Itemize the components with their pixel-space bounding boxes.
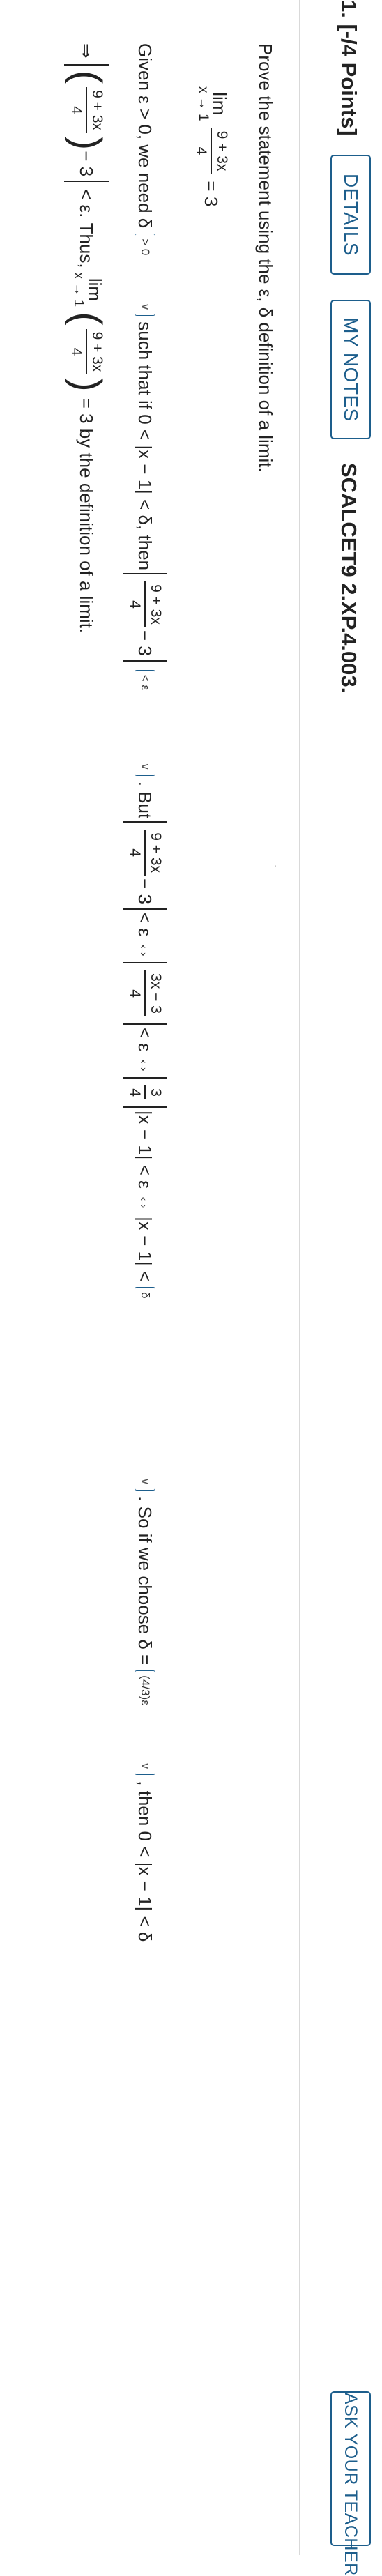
proof-text-choose: . So if we choose δ = [135, 1496, 156, 1666]
question-header: 1. [-/4 Points] DETAILS MY NOTES SCALCET… [299, 0, 382, 2576]
limit-fraction-2: 9 + 3x 4 [68, 328, 105, 375]
proof-text-iff-2: < ε ⇔ [135, 1027, 156, 1075]
proof-line-1: Given ε > 0, we need δ > 0 ∨ such that i… [123, 43, 167, 1942]
question-number: 1. [-/4 Points] [337, 0, 361, 136]
implies-arrow: ⇒ [76, 43, 98, 59]
conclusion-end-text: = 3 by the definition of a limit. [76, 397, 98, 634]
delta-choice-dropdown[interactable]: (4/3)ε ∨ [135, 1670, 155, 1776]
problem-prompt: Prove the statement using the ε, δ defin… [255, 43, 276, 473]
proof-text-but: . But [135, 781, 156, 819]
chevron-down-icon: ∨ [139, 302, 152, 312]
abs-expression-1: 9 + 3x 4 − 3 [123, 573, 167, 662]
limit-statement: lim x → 1 9 + 3x 4 = 3 [192, 82, 230, 206]
proof-text-then: , then 0 < |x − 1| < δ [135, 1781, 156, 1942]
proof-text-such-that: such that if 0 < |x − 1| < δ, then [135, 321, 156, 571]
conclusion-text: < ε. Thus, [76, 189, 98, 268]
stray-mark: ˙ [263, 864, 277, 869]
details-button[interactable]: DETAILS [330, 155, 371, 275]
limit-operator-2: lim x → 1 [71, 272, 105, 307]
ask-your-teacher-button[interactable]: ASK YOUR TEACHER [330, 2391, 371, 2576]
proof-text-chain: |x − 1| < ε ⇔ |x − 1| < [135, 1110, 156, 1282]
limit-equals: = 3 [201, 181, 222, 207]
question-panel: 1. [-/4 Points] DETAILS MY NOTES SCALCET… [0, 0, 382, 2576]
proof-text-iff-1: < ε ⇔ [135, 912, 156, 960]
proof-line-2: ⇒ ( 9 + 3x 4 ) − 3 < ε. Thus, lim x → 1 … [64, 43, 109, 634]
abs-expression-4: 3 4 [123, 1077, 167, 1108]
abs-expression-2: 9 + 3x 4 − 3 [123, 821, 167, 910]
chevron-down-icon: ∨ [139, 1477, 152, 1486]
my-notes-button[interactable]: MY NOTES [330, 300, 371, 439]
problem-code: SCALCET9 2.XP.4.003. [337, 463, 361, 694]
chevron-down-icon: ∨ [139, 762, 152, 771]
epsilon-inequality-dropdown[interactable]: < ε ∨ [135, 669, 155, 776]
limit-operator: lim x → 1 [196, 86, 230, 121]
delta-bound-dropdown[interactable]: δ ∨ [135, 1287, 155, 1491]
abs-expression-3: 3x − 3 4 [123, 962, 167, 1025]
abs-expression-5: ( 9 + 3x 4 ) − 3 [64, 63, 109, 183]
delta-condition-dropdown[interactable]: > 0 ∨ [135, 234, 155, 317]
chevron-down-icon: ∨ [139, 1761, 152, 1771]
limit-fraction: 9 + 3x 4 [192, 128, 230, 174]
proof-text-given: Given ε > 0, we need δ [135, 43, 156, 229]
